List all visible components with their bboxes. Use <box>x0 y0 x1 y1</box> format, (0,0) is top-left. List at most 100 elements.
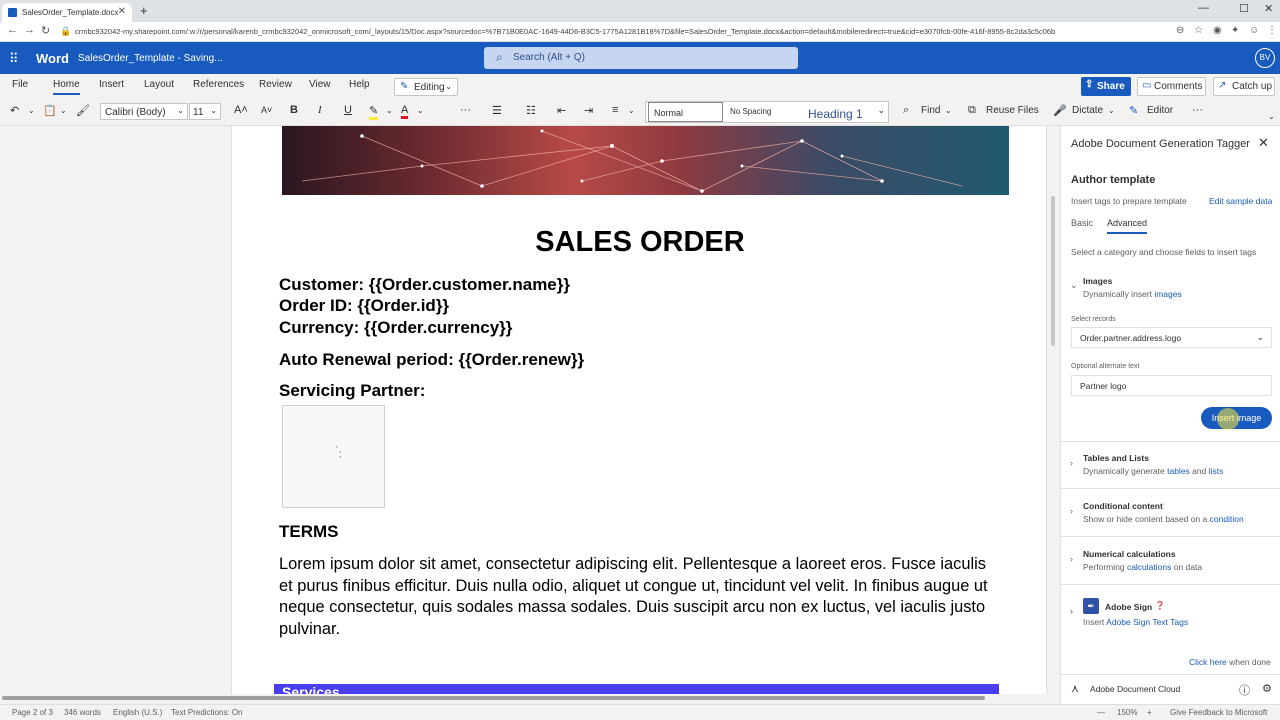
gear-icon[interactable]: ⚙ <box>1262 682 1272 695</box>
find-dropdown-icon[interactable]: ⌄ <box>945 106 952 115</box>
highlight-dropdown-icon[interactable]: ⌄ <box>386 106 393 115</box>
find-icon[interactable]: ⌕ <box>903 104 909 117</box>
forward-icon[interactable]: → <box>24 24 35 36</box>
numbering-icon[interactable]: ☷ <box>526 104 536 117</box>
click-here-link[interactable]: Click here <box>1189 657 1227 667</box>
word-count[interactable]: 346 words <box>64 708 101 717</box>
share-button[interactable]: ⇪ Share <box>1081 77 1131 96</box>
alt-text-input[interactable]: Partner logo <box>1071 375 1272 396</box>
paste-dropdown-icon[interactable]: ⌄ <box>60 106 67 115</box>
tab-insert[interactable]: Insert <box>99 79 124 90</box>
avatar[interactable]: BV <box>1255 48 1275 68</box>
zoom-in-icon[interactable]: + <box>1147 708 1152 717</box>
search-box[interactable]: ⌕ Search (Alt + Q) <box>484 47 798 69</box>
dictate-label[interactable]: Dictate <box>1072 105 1103 116</box>
font-name-select[interactable]: Calibri (Body) ⌄ <box>100 103 188 120</box>
puzzle-icon[interactable]: ✦ <box>1231 25 1239 36</box>
styles-dropdown-icon[interactable]: ⌄ <box>877 105 885 116</box>
more-font-icon[interactable]: ··· <box>460 104 471 116</box>
maximize-icon[interactable]: ☐ <box>1239 2 1249 15</box>
tab-review[interactable]: Review <box>259 79 292 90</box>
editor-label[interactable]: Editor <box>1147 105 1173 116</box>
style-normal[interactable]: Normal <box>648 102 723 122</box>
shrink-font-icon[interactable]: A˅ <box>261 105 272 115</box>
dictate-dropdown-icon[interactable]: ⌄ <box>1108 106 1115 115</box>
close-window-icon[interactable]: ✕ <box>1264 2 1273 15</box>
url-text[interactable]: crmbc932042-my.sharepoint.com/:w:/r/pers… <box>75 27 1075 36</box>
tab-basic[interactable]: Basic <box>1071 218 1093 228</box>
reload-icon[interactable]: ↻ <box>41 24 50 37</box>
italic-icon[interactable]: I <box>318 104 322 116</box>
page-count[interactable]: Page 2 of 3 <box>12 708 53 717</box>
tab-layout[interactable]: Layout <box>144 79 174 90</box>
document-name[interactable]: SalesOrder_Template - Saving... <box>78 53 223 64</box>
scrollbar-thumb[interactable] <box>1051 196 1055 346</box>
vertical-scrollbar[interactable] <box>1048 126 1058 694</box>
document-page[interactable]: SALES ORDER Customer: {{Order.customer.n… <box>231 126 1047 694</box>
tab-file[interactable]: File <box>12 79 28 90</box>
close-icon[interactable]: ✕ <box>1258 135 1269 151</box>
condition-link[interactable]: condition <box>1210 514 1244 524</box>
bullets-icon[interactable]: ☰ <box>492 104 502 117</box>
conditional-section-title[interactable]: Conditional content <box>1083 501 1163 511</box>
text-predictions[interactable]: Text Predictions: On <box>171 708 243 717</box>
catch-up-button[interactable]: ↗ Catch up <box>1213 77 1275 96</box>
select-records-dropdown[interactable]: Order.partner.address.logo ⌄ <box>1071 327 1272 348</box>
style-heading-1[interactable]: Heading 1 <box>808 102 883 122</box>
images-section-title[interactable]: Images <box>1083 276 1112 286</box>
style-no-spacing[interactable]: No Spacing <box>730 102 805 122</box>
undo-icon[interactable]: ↶ <box>10 104 19 117</box>
editor-icon[interactable]: ✎ <box>1129 104 1138 117</box>
numerical-section-title[interactable]: Numerical calculations <box>1083 549 1176 559</box>
font-size-select[interactable]: 11 ⌄ <box>189 103 221 120</box>
app-name[interactable]: Word <box>36 51 69 66</box>
adobe-sign-text-tags-link[interactable]: Adobe Sign Text Tags <box>1106 617 1188 627</box>
close-tab-icon[interactable]: ✕ <box>118 6 126 17</box>
decrease-indent-icon[interactable]: ⇤ <box>557 104 566 117</box>
images-link[interactable]: images <box>1154 289 1181 299</box>
back-icon[interactable]: ← <box>7 24 18 36</box>
chevron-right-icon[interactable]: › <box>1070 554 1073 564</box>
star-icon[interactable]: ☆ <box>1194 25 1203 36</box>
paste-icon[interactable]: 📋 <box>43 104 57 117</box>
minimize-icon[interactable]: — <box>1198 2 1209 14</box>
extension-icon[interactable]: ◉ <box>1213 25 1222 36</box>
zoom-icon[interactable]: ⊖ <box>1176 25 1184 36</box>
highlight-icon[interactable]: ✎ <box>369 104 379 120</box>
language[interactable]: English (U.S.) <box>113 708 162 717</box>
feedback-link[interactable]: Give Feedback to Microsoft <box>1170 708 1267 717</box>
find-label[interactable]: Find <box>921 105 940 116</box>
grow-font-icon[interactable]: A˄ <box>234 104 248 116</box>
undo-dropdown-icon[interactable]: ⌄ <box>28 106 35 115</box>
app-launcher-icon[interactable]: ⠿ <box>9 51 19 67</box>
underline-icon[interactable]: U <box>344 104 352 116</box>
zoom-out-icon[interactable]: — <box>1097 708 1105 717</box>
tables-section-title[interactable]: Tables and Lists <box>1083 453 1149 463</box>
more-options-icon[interactable]: ··· <box>1192 104 1203 116</box>
scrollbar-thumb[interactable] <box>2 696 985 700</box>
adobe-sign-section-title[interactable]: Adobe Sign <box>1105 602 1152 612</box>
comments-button[interactable]: ▭ Comments <box>1137 77 1206 96</box>
new-tab-icon[interactable]: + <box>140 3 148 18</box>
editing-mode-button[interactable]: ✎ Editing ⌄ <box>394 78 458 96</box>
lists-link[interactable]: lists <box>1209 466 1224 476</box>
collapse-ribbon-icon[interactable]: ⌄ <box>1268 112 1275 121</box>
calculations-link[interactable]: calculations <box>1127 562 1171 572</box>
font-color-dropdown-icon[interactable]: ⌄ <box>417 106 424 115</box>
chevron-right-icon[interactable]: › <box>1070 606 1073 616</box>
browser-tab[interactable]: SalesOrder_Template.docx ✕ <box>2 3 132 22</box>
zoom-level[interactable]: 150% <box>1117 708 1137 717</box>
align-dropdown-icon[interactable]: ⌄ <box>628 106 635 115</box>
tab-advanced[interactable]: Advanced <box>1107 218 1148 234</box>
tab-view[interactable]: View <box>309 79 331 90</box>
tables-link[interactable]: tables <box>1167 466 1190 476</box>
tab-references[interactable]: References <box>193 79 244 90</box>
chevron-down-icon[interactable]: ⌄ <box>1070 280 1078 291</box>
browser-menu-icon[interactable]: ⋮ <box>1267 25 1277 36</box>
format-painter-icon[interactable]: 🖌 <box>76 104 90 117</box>
edit-sample-data-link[interactable]: Edit sample data <box>1209 196 1272 206</box>
tab-help[interactable]: Help <box>349 79 370 90</box>
reuse-files-label[interactable]: Reuse Files <box>986 105 1039 116</box>
increase-indent-icon[interactable]: ⇥ <box>584 104 593 117</box>
reuse-files-icon[interactable]: ⧉ <box>968 104 976 117</box>
